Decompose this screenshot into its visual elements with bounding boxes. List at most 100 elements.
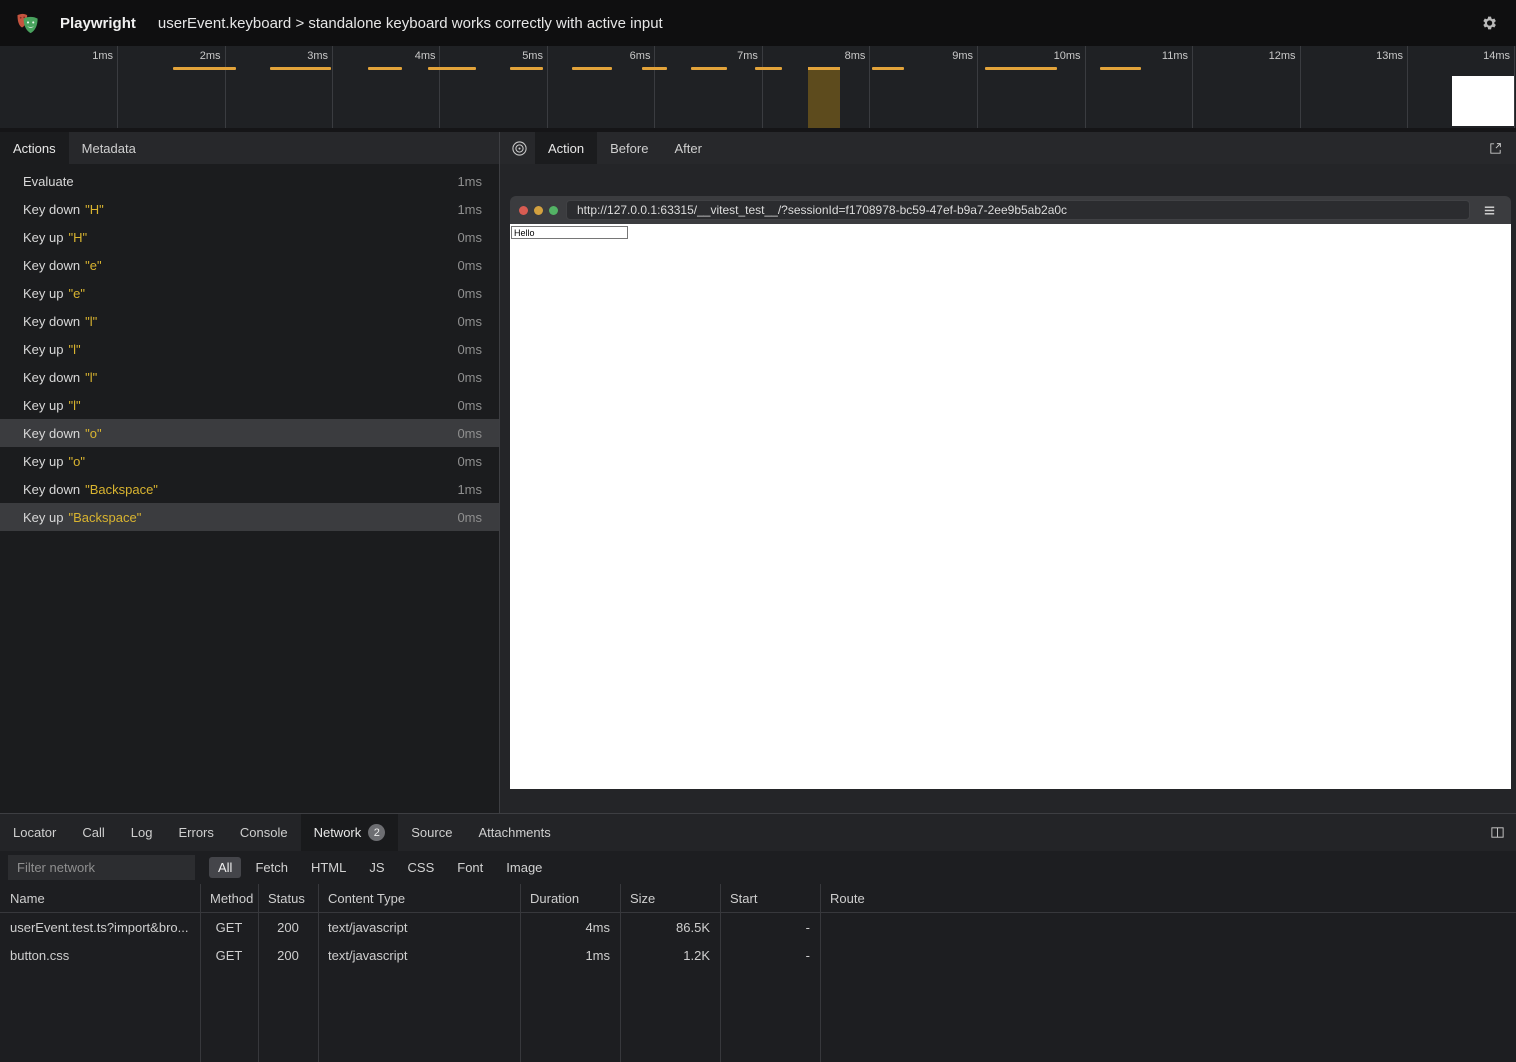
timeline-tick: 11ms (1192, 46, 1193, 128)
pick-locator-button[interactable] (506, 135, 532, 161)
action-list-item[interactable]: Key up"o"0ms (0, 447, 499, 475)
timeline-tick-label: 9ms (913, 50, 973, 62)
action-list-item[interactable]: Key down"o"0ms (0, 419, 499, 447)
playwright-logo-icon (14, 9, 42, 37)
external-link-icon (1488, 141, 1503, 156)
column-header-start: Start (720, 891, 820, 906)
timeline-action-bar[interactable] (755, 67, 782, 70)
settings-button[interactable] (1476, 10, 1502, 36)
timeline-tick: 9ms (977, 46, 978, 128)
tab-action[interactable]: Action (535, 132, 597, 164)
timeline-tick: 1ms (117, 46, 118, 128)
action-title: Key up (23, 454, 63, 469)
snapshot-stage: http://127.0.0.1:63315/__vitest_test__/?… (500, 164, 1516, 813)
action-duration: 0ms (457, 230, 482, 245)
snapshot-tab-strip: ActionBeforeAfter (500, 132, 1516, 164)
action-list-item[interactable]: Key up"H"0ms (0, 223, 499, 251)
open-snapshot-external-button[interactable] (1482, 135, 1508, 161)
timeline-tick-label: 5ms (483, 50, 543, 62)
snapshot-text-input[interactable] (511, 226, 628, 239)
action-duration: 0ms (457, 426, 482, 441)
timeline-action-bar[interactable] (691, 67, 727, 70)
film-strip-frame[interactable] (1452, 76, 1514, 126)
filter-chip-image[interactable]: Image (497, 857, 551, 878)
timeline-action-bar[interactable] (173, 67, 236, 70)
trace-viewer-window: Playwright userEvent.keyboard > standalo… (0, 0, 1516, 1062)
action-list-item[interactable]: Key down"Backspace"1ms (0, 475, 499, 503)
tab-console[interactable]: Console (227, 814, 301, 851)
action-title: Key up (23, 286, 63, 301)
timeline-action-bar[interactable] (368, 67, 402, 70)
filter-chip-js[interactable]: JS (360, 857, 393, 878)
tab-errors[interactable]: Errors (165, 814, 226, 851)
filter-chip-fetch[interactable]: Fetch (246, 857, 297, 878)
tab-call[interactable]: Call (69, 814, 117, 851)
bottom-tab-label: Locator (13, 825, 56, 840)
timeline-action-bar[interactable] (572, 67, 612, 70)
timeline-tick: 6ms (654, 46, 655, 128)
tab-source[interactable]: Source (398, 814, 465, 851)
snapshot-page (510, 224, 1511, 789)
network-row[interactable]: button.cssGET200text/javascript1ms1.2K- (0, 941, 1516, 969)
tab-log[interactable]: Log (118, 814, 166, 851)
timeline-tick: 14ms (1514, 46, 1515, 128)
timeline-action-bar[interactable] (510, 67, 543, 70)
bottom-tab-label: Call (82, 825, 104, 840)
tab-metadata[interactable]: Metadata (69, 132, 149, 164)
gear-icon (1480, 14, 1498, 32)
timeline-action-bar[interactable] (642, 67, 667, 70)
action-list-item[interactable]: Key down"l"0ms (0, 363, 499, 391)
action-list-item[interactable]: Key up"e"0ms (0, 279, 499, 307)
network-filter-input[interactable] (8, 855, 195, 880)
bottom-tab-bar: Locator Call Log ErrorsConsoleNetwork2Sourc… (0, 814, 1516, 851)
toggle-layout-button[interactable] (1484, 820, 1510, 846)
action-list-item[interactable]: Key down"e"0ms (0, 251, 499, 279)
timeline-action-bar[interactable] (1100, 67, 1141, 70)
network-row[interactable]: userEvent.test.ts?import&bro...GET200tex… (0, 913, 1516, 941)
action-key-value: "l" (85, 314, 97, 329)
action-list-item[interactable]: Key down"l"0ms (0, 307, 499, 335)
timeline-tick: 7ms (762, 46, 763, 128)
network-cell: userEvent.test.ts?import&bro... (0, 920, 200, 935)
action-list-item[interactable]: Key up"l"0ms (0, 335, 499, 363)
filter-chip-font[interactable]: Font (448, 857, 492, 878)
action-list-item[interactable]: Evaluate1ms (0, 167, 499, 195)
action-list-item[interactable]: Key up"l"0ms (0, 391, 499, 419)
timeline-action-bar[interactable] (270, 67, 331, 70)
timeline-tick-label: 1ms (53, 50, 113, 62)
tab-after[interactable]: After (661, 132, 714, 164)
column-header-method: Method (200, 891, 258, 906)
tab-locator[interactable]: Locator (0, 814, 69, 851)
filter-chip-css[interactable]: CSS (399, 857, 444, 878)
filter-chip-html[interactable]: HTML (302, 857, 355, 878)
network-cell: 1.2K (620, 948, 720, 963)
action-title: Key up (23, 510, 63, 525)
tab-before[interactable]: Before (597, 132, 661, 164)
network-cell: 200 (258, 920, 318, 935)
action-duration: 0ms (457, 342, 482, 357)
action-key-value: "Backspace" (68, 510, 141, 525)
timeline[interactable]: 1ms2ms3ms4ms5ms6ms7ms8ms9ms10ms11ms12ms1… (0, 46, 1516, 132)
network-cell: GET (200, 920, 258, 935)
timeline-tick: 10ms (1085, 46, 1086, 128)
hamburger-icon (1482, 203, 1497, 218)
action-title: Key down (23, 482, 80, 497)
network-table-header: NameMethodStatusContent TypeDurationSize… (0, 884, 1516, 913)
timeline-action-bar[interactable] (985, 67, 1057, 70)
filter-chip-all[interactable]: All (209, 857, 241, 878)
timeline-action-bar[interactable] (428, 67, 476, 70)
tab-network[interactable]: Network2 (301, 814, 399, 851)
action-list-item[interactable]: Key down"H"1ms (0, 195, 499, 223)
action-list: Evaluate1msKey down"H"1msKey up"H"0msKey… (0, 164, 499, 813)
timeline-tick-label: 3ms (268, 50, 328, 62)
timeline-tick: 12ms (1300, 46, 1301, 128)
snapshot-panel: ActionBeforeAfter http://127.0.0.1:63315… (500, 132, 1516, 813)
timeline-action-bar[interactable] (872, 67, 904, 70)
tab-actions[interactable]: Actions (0, 132, 69, 164)
network-count-badge: 2 (368, 824, 385, 841)
bottom-tab-label: Log (131, 825, 153, 840)
action-list-item[interactable]: Key up"Backspace"0ms (0, 503, 499, 531)
timeline-selected-action-bar[interactable] (808, 67, 840, 128)
tab-attachments[interactable]: Attachments (465, 814, 563, 851)
timeline-tick: 3ms (332, 46, 333, 128)
